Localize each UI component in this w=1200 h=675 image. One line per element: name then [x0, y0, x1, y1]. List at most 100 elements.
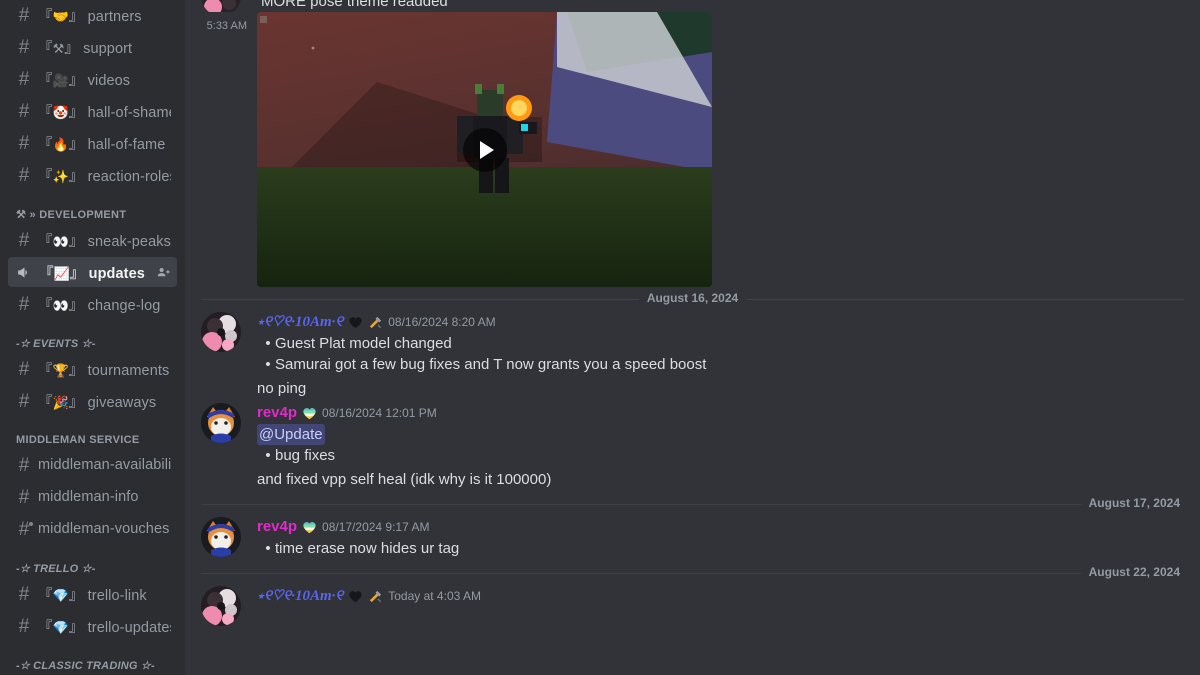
bracket-left: 『 [38, 297, 53, 314]
bracket-right: 』 [68, 104, 84, 121]
channel-group-middleman: # middleman-availability # middleman-info # m… [0, 450, 185, 544]
hash-icon: # [18, 454, 30, 476]
sidebar-item-trello-link[interactable]: # 『💎』 trello-link [8, 579, 177, 609]
video-attachment[interactable] [257, 12, 712, 287]
sidebar-item-sneak-peaks[interactable]: # 『👀』 sneak-peaks [8, 225, 177, 255]
bullet-dot: • [265, 447, 271, 464]
sidebar-item-label: 『📈』 updates [39, 265, 145, 282]
bracket-left: 『 [38, 587, 53, 604]
add-members-icon[interactable] [156, 265, 171, 280]
bullet-text: bug fixes [275, 447, 336, 464]
channel-emoji-icon: 🎥 [52, 73, 69, 89]
bracket-right: 』 [68, 394, 84, 411]
sidebar-item-support[interactable]: # 『⚒』 support [8, 32, 177, 62]
bullet-dot: • [265, 356, 271, 373]
video-attachment-block: 5:33 AM [185, 12, 1200, 287]
hash-icon: # [18, 164, 30, 186]
sidebar-item-hall-of-fame[interactable]: # 『🔥』 hall-of-fame [8, 128, 177, 158]
category-development[interactable]: ⚒ » DEVELOPMENT [0, 192, 185, 225]
sidebar-item-label: 『🎥』 videos [38, 72, 131, 89]
category-trello-label: -☆ TRELLO ☆- [16, 563, 96, 575]
play-icon[interactable] [462, 127, 507, 172]
message: rev4p 08/16/2024 12:01 PM @Update • bug fixe… [185, 401, 1200, 492]
channel-sidebar[interactable]: # 『🤝』 partners # 『⚒』 support # 『🎥』 videos # 『🤡』… [0, 0, 185, 675]
message-author[interactable]: ⋆୧♡୧·10Am·୧ [257, 312, 343, 332]
avatar[interactable] [201, 403, 241, 443]
megaphone-icon [14, 264, 35, 281]
sidebar-item-trello-updates[interactable]: # 『💎』 trello-updates [8, 611, 177, 641]
message-body: @Update • bug fixes and fixed vpp self heal… [257, 424, 1152, 490]
hash-icon: # [18, 4, 30, 26]
rainbow-heart-badge [302, 520, 317, 535]
category-classic-trading[interactable]: -☆ CLASSIC TRADING ☆- [0, 643, 185, 675]
date-divider-label: August 22, 2024 [1080, 565, 1184, 579]
bracket-left: 『 [38, 619, 53, 636]
sidebar-item-middleman-info[interactable]: # middleman-info [8, 482, 177, 512]
message-author[interactable]: rev4p [257, 403, 297, 423]
message-list: MORE pose theme readded 5:33 AM August 1… [185, 0, 1200, 675]
message-header: ⋆୧♡୧·10Am·୧ 08/16/2024 8:20 AM [257, 312, 1152, 332]
message-timestamp: 08/17/2024 9:17 AM [322, 520, 430, 534]
sidebar-item-middleman-availability[interactable]: # middleman-availability [8, 450, 177, 480]
sidebar-item-tournaments[interactable]: # 『🏆』 tournaments [8, 354, 177, 384]
category-middleman-service[interactable]: MIDDLEMAN SERVICE [0, 418, 185, 450]
bracket-left: 『 [38, 362, 53, 379]
role-mention[interactable]: @Update [257, 424, 325, 445]
message-header: rev4p 08/16/2024 12:01 PM [257, 403, 1152, 423]
hash-icon: # [18, 293, 30, 315]
bracket-right: 』 [68, 619, 84, 636]
category-events[interactable]: -☆ EVENTS ☆- [0, 321, 185, 354]
message-group-aug22: ⋆୧♡୧·10Am·୧ Today at 4:03 AM [185, 584, 1200, 626]
sidebar-item-label: 『👀』 change-log [38, 297, 161, 314]
message: ⋆୧♡୧·10Am·୧ 08/16/2024 8:20 AM • Guest Plat… [185, 310, 1200, 401]
channel-emoji-icon: 💎 [52, 588, 69, 604]
channel-emoji-icon: ⚒ [52, 41, 65, 57]
bracket-right: 』 [68, 233, 84, 250]
bracket-right: 』 [69, 265, 85, 282]
channel-group-trello: # 『💎』 trello-link # 『💎』 trello-updates [0, 579, 185, 641]
channel-emoji-icon: 🤝 [52, 9, 69, 25]
sidebar-item-label: 『✨』 reaction-roles [38, 168, 171, 185]
message-author[interactable]: ⋆୧♡୧·10Am·୧ [257, 586, 343, 606]
bracket-right: 』 [68, 136, 84, 153]
sidebar-item-reaction-roles[interactable]: # 『✨』 reaction-roles [8, 160, 177, 190]
channel-emoji-icon: 👀 [52, 234, 69, 250]
message-header: rev4p 08/17/2024 9:17 AM [257, 517, 1152, 537]
bracket-right: 』 [68, 297, 84, 314]
sidebar-item-change-log[interactable]: # 『👀』 change-log [8, 289, 177, 319]
sidebar-item-middleman-vouches[interactable]: # middleman-vouches [8, 514, 177, 544]
hash-icon: # [18, 486, 30, 508]
category-classic-trading-label: -☆ CLASSIC TRADING ☆- [16, 660, 155, 672]
category-trello[interactable]: -☆ TRELLO ☆- [0, 546, 185, 579]
bullet-dot: • [265, 335, 271, 352]
sidebar-item-label: middleman-info [38, 489, 139, 505]
avatar[interactable] [201, 312, 241, 352]
channel-emoji-icon: 🏆 [52, 363, 69, 379]
sidebar-item-label: 『💎』 trello-link [38, 587, 147, 604]
sidebar-item-videos[interactable]: # 『🎥』 videos [8, 64, 177, 94]
discord-app-window: # 『🤝』 partners # 『⚒』 support # 『🎥』 videos # 『🤡』… [0, 0, 1200, 675]
bullet-list-item: • time erase now hides ur tag [261, 538, 1152, 559]
sidebar-item-giveaways[interactable]: # 『🎉』 giveaways [8, 386, 177, 416]
bracket-left: 『 [38, 168, 53, 185]
category-development-label: ⚒ » DEVELOPMENT [16, 209, 127, 221]
category-events-label: -☆ EVENTS ☆- [16, 338, 96, 350]
bracket-right: 』 [64, 40, 79, 57]
avatar[interactable] [201, 586, 241, 626]
sidebar-item-updates[interactable]: 『📈』 updates [8, 257, 177, 287]
hash-icon: # [18, 132, 30, 154]
avatar[interactable] [201, 517, 241, 557]
tools-badge [368, 589, 383, 604]
channel-emoji-icon: 🎉 [52, 395, 69, 411]
message-pane[interactable]: MORE pose theme readded 5:33 AM August 1… [185, 0, 1200, 675]
bracket-left: 『 [38, 394, 53, 411]
sidebar-item-label: 『👀』 sneak-peaks [38, 233, 171, 250]
message-author[interactable]: rev4p [257, 517, 297, 537]
sidebar-item-partners[interactable]: # 『🤝』 partners [8, 0, 177, 30]
sidebar-item-label: 『💎』 trello-updates [38, 619, 171, 636]
hash-icon: # [18, 36, 30, 58]
channel-emoji-icon: 🔥 [52, 137, 69, 153]
sidebar-item-hall-of-shame[interactable]: # 『🤡』 hall-of-shame [8, 96, 177, 126]
hash-thread-icon: # [14, 520, 34, 539]
channel-emoji-icon: 💎 [52, 620, 69, 636]
